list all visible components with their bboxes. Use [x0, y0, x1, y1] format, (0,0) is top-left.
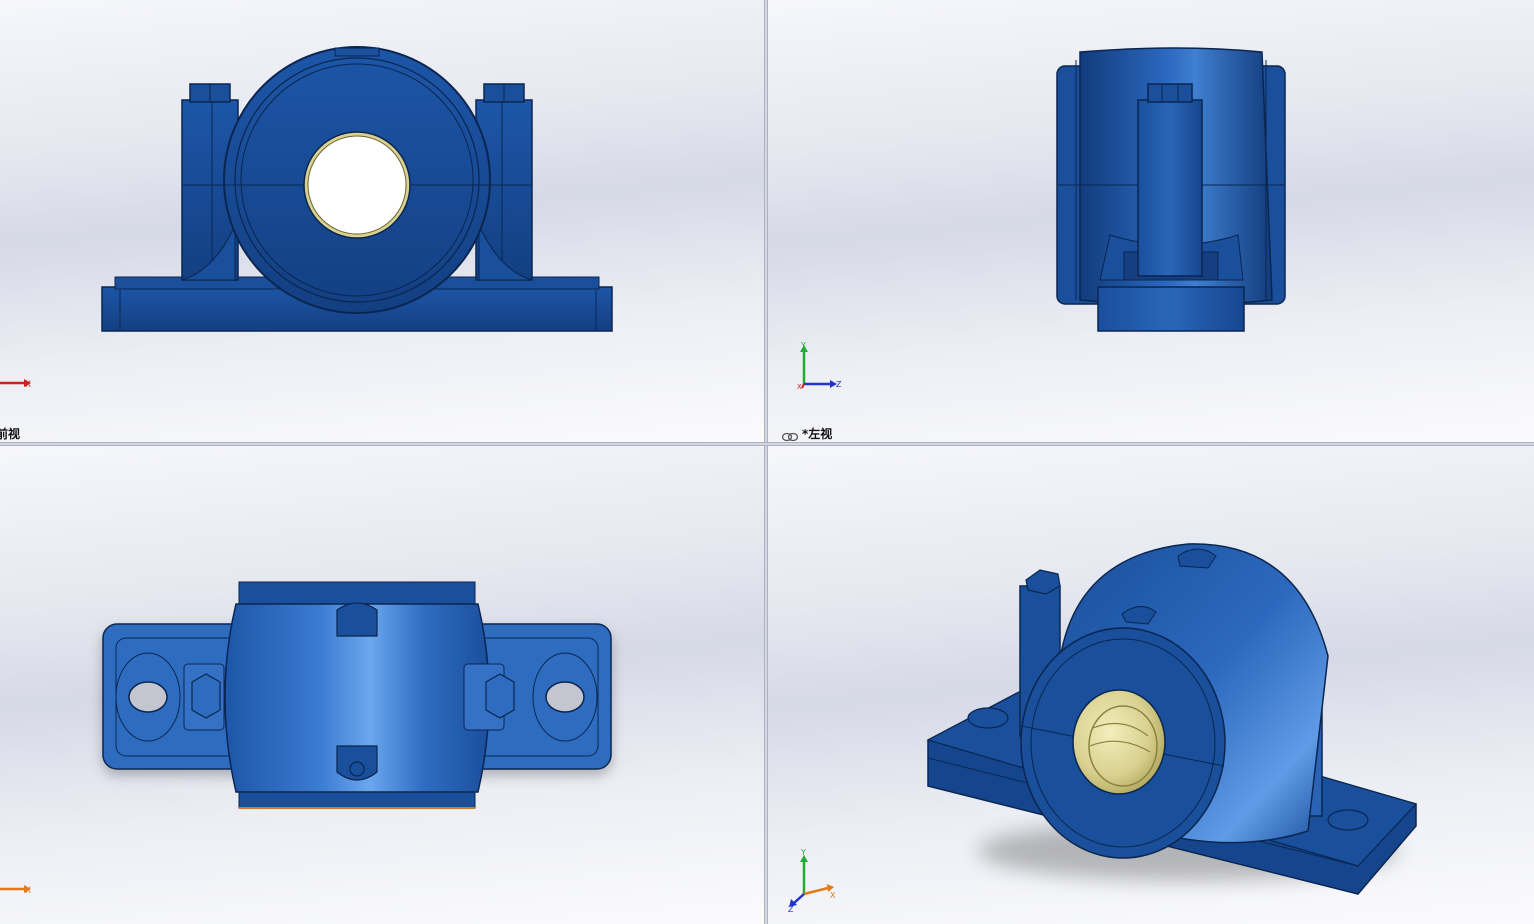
viewport-front[interactable]: X 前视 [0, 0, 764, 442]
triad-front: X [0, 379, 31, 390]
base-side [1097, 286, 1245, 332]
svg-text:X: X [25, 886, 31, 896]
svg-text:X: X [830, 891, 836, 900]
triad-top: X [0, 885, 31, 896]
bore-hole [307, 135, 407, 235]
top-view-model[interactable] [0, 446, 764, 924]
iso-view-model[interactable] [768, 446, 1534, 924]
bolt-head-left [191, 673, 221, 719]
bolt-head-side [1147, 83, 1193, 103]
viewport-left[interactable]: Y Z X *左视 [768, 0, 1534, 442]
link-icon [781, 427, 799, 442]
mount-hole-right [1327, 809, 1369, 831]
svg-text:X: X [797, 383, 802, 391]
svg-text:Z: Z [836, 380, 842, 389]
pillar-side [1137, 99, 1203, 277]
bolt-head-right [485, 673, 515, 719]
mount-hole-left [967, 707, 1009, 729]
viewport-splitter-vertical[interactable] [764, 0, 768, 924]
triad-iso: Y X Z [788, 848, 836, 914]
triad-left: Y Z X [797, 341, 842, 391]
left-view-model[interactable] [768, 0, 1534, 442]
view-label-front: 前视 [0, 427, 21, 441]
viewport-splitter-horizontal[interactable] [0, 442, 1534, 446]
mount-hole-left [128, 681, 168, 713]
mount-hole-right [545, 681, 585, 713]
view-label-left: *左视 [802, 427, 833, 441]
svg-text:Z: Z [788, 905, 794, 914]
svg-text:Y: Y [800, 341, 806, 350]
svg-text:X: X [25, 380, 31, 390]
front-view-model[interactable] [0, 0, 764, 442]
viewport-iso[interactable]: Y X Z [768, 446, 1534, 924]
svg-text:Y: Y [800, 848, 806, 857]
viewport-top[interactable]: X [0, 446, 764, 924]
